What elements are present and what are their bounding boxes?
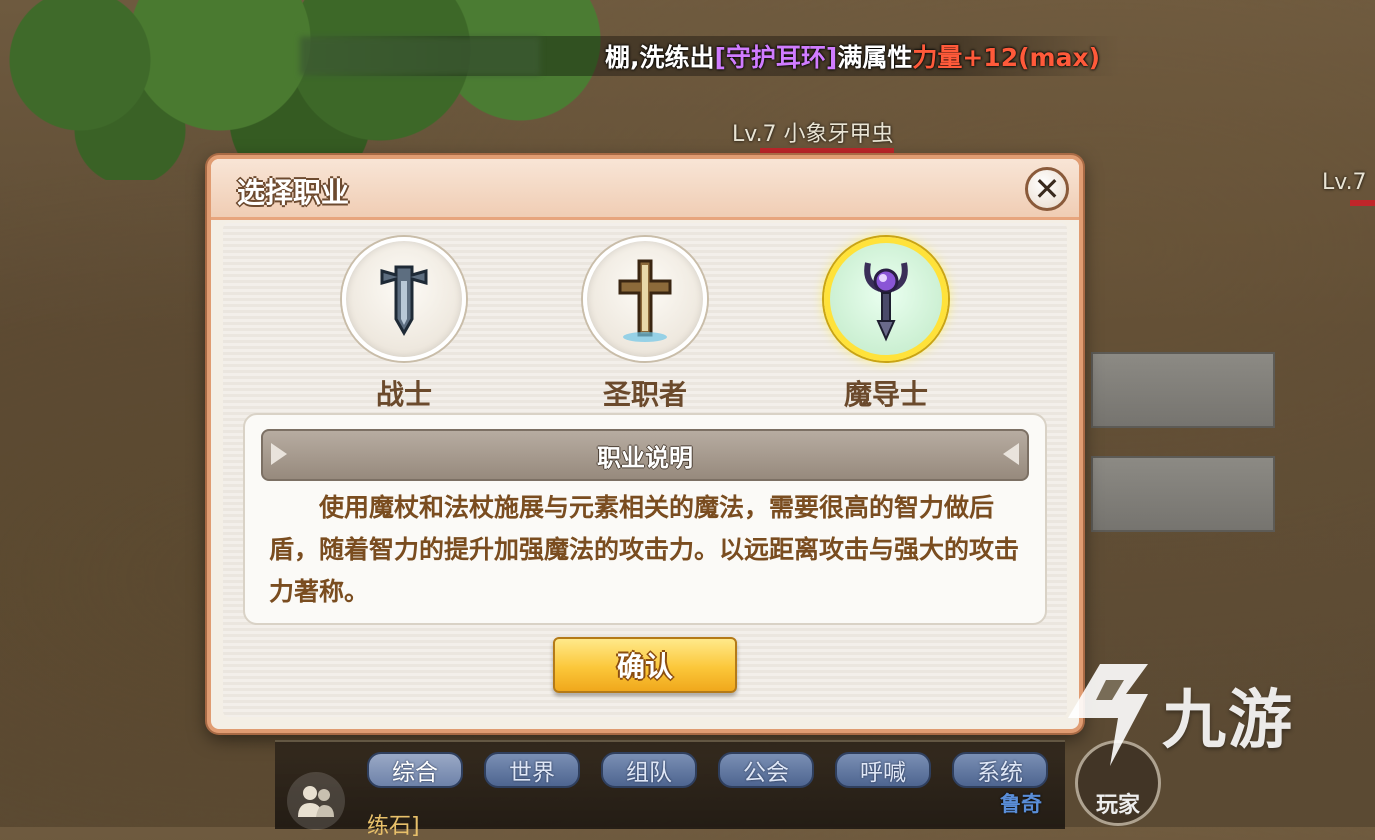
close-icon: ✕ [1033,170,1061,208]
mob-health-bar [760,148,894,154]
player-name: 鲁奇 [1000,792,1042,816]
chat-panel: 综合 世界 组队 公会 呼喊 系统 练石] [275,740,1065,839]
system-broadcast-message: 棚,洗练出 [守护耳环] 满属性 力量+12(max) [300,36,1120,76]
dialog-header: 选择职业 ✕ [211,159,1079,220]
dialog-body: 战士 圣职者 魔导士 职业说明 使用魔杖和法杖施展与元素相关的魔法，需要很高的智… [223,223,1067,717]
nine-game-logo-icon [1068,664,1148,766]
broadcast-stat: 力量+12(max) [912,43,1100,72]
confirm-button[interactable]: 确认 [553,637,737,693]
description-header: 职业说明 [261,429,1029,481]
class-label-mage: 魔导士 [843,378,928,411]
mob-health-bar-2 [1350,200,1375,206]
staff-icon [864,262,908,342]
cross-icon [618,259,672,342]
blurred-player-name [300,37,540,75]
mob-level-label: Lv.7 [1322,170,1367,195]
class-label-priest: 圣职者 [602,378,687,411]
friends-button[interactable] [287,772,345,830]
chat-message: 练石] [367,814,420,839]
broadcast-prefix: 棚,洗练出 [604,43,715,72]
stone-path-lower [1091,456,1275,532]
arrow-right-icon [1003,443,1019,465]
dialog-title: 选择职业 [237,176,350,209]
tab-world[interactable]: 世界 [484,752,580,788]
broadcast-middle: 满属性 [837,43,913,72]
tab-team[interactable]: 组队 [601,752,697,788]
stone-path-upper [1091,352,1275,428]
class-icon-frame[interactable] [583,237,707,361]
tree-foliage [0,0,640,180]
tab-system[interactable]: 系统 [952,752,1048,788]
class-option-warrior[interactable]: 战士 [339,237,469,413]
class-icon-frame[interactable] [342,237,466,361]
watermark: 九游 [1060,660,1294,770]
class-select-dialog: 选择职业 ✕ 战士 圣职者 魔导士 职业说明 使用魔杖和法杖施展与元素相关的魔法… [207,155,1083,733]
class-option-priest[interactable]: 圣职者 [580,237,710,413]
broadcast-item: [守护耳环] [714,43,838,72]
sword-icon [380,265,428,337]
class-label-warrior: 战士 [375,378,432,411]
class-description-panel: 职业说明 使用魔杖和法杖施展与元素相关的魔法，需要很高的智力做后盾，随着智力的提… [243,413,1047,625]
tab-general[interactable]: 综合 [367,752,463,788]
description-title: 职业说明 [597,443,693,472]
mob-name-label: Lv.7 小象牙甲虫 [732,122,894,147]
player-button-label: 玩家 [1095,793,1140,818]
class-icon-frame-selected[interactable] [824,237,948,361]
arrow-left-icon [271,443,287,465]
tab-shout[interactable]: 呼喊 [835,752,931,788]
watermark-text: 九游 [1162,684,1294,758]
close-button[interactable]: ✕ [1025,167,1069,211]
class-option-mage[interactable]: 魔导士 [821,237,951,413]
description-text: 使用魔杖和法杖施展与元素相关的魔法，需要很高的智力做后盾，随着智力的提升加强魔法… [269,493,1020,606]
chat-channel-tabs: 综合 世界 组队 公会 呼喊 系统 [367,752,1048,788]
friends-icon [298,786,334,817]
tab-guild[interactable]: 公会 [718,752,814,788]
